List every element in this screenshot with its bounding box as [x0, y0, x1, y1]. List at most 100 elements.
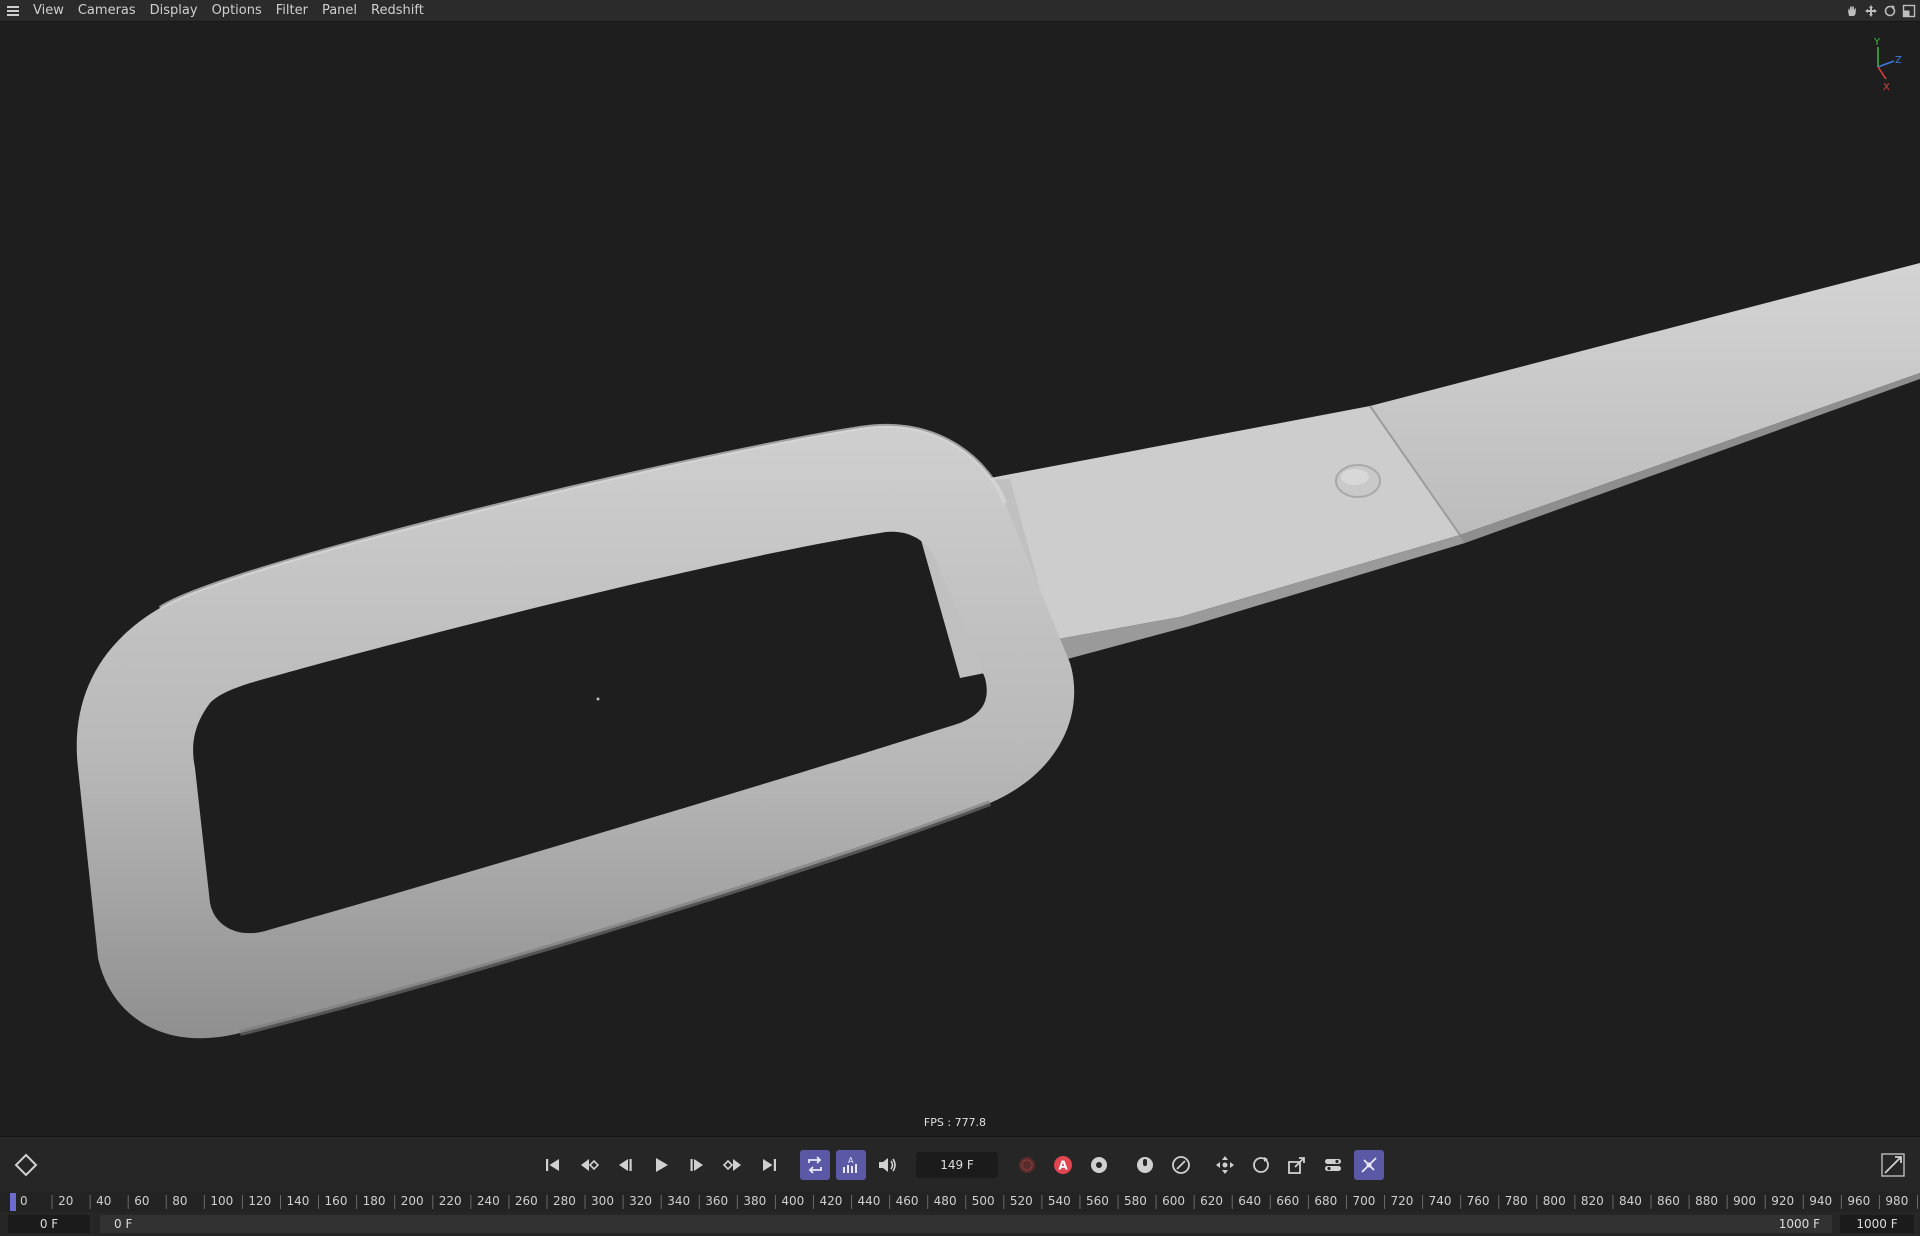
sound-icon[interactable] [872, 1150, 902, 1180]
menu-display[interactable]: Display [143, 0, 205, 22]
playback-controls [538, 1150, 784, 1180]
handle-loop-mesh[interactable] [76, 423, 1075, 1039]
menu-cameras[interactable]: Cameras [71, 0, 143, 22]
svg-text:A: A [1058, 1159, 1068, 1173]
previous-key-icon[interactable] [574, 1150, 604, 1180]
ruler-tick-label: 840 [1619, 1194, 1642, 1208]
ruler-tick-label: 120 [248, 1194, 271, 1208]
menu-panel[interactable]: Panel [315, 0, 364, 22]
playback-options: A [800, 1150, 902, 1180]
frame-range-bar: 0 F 0 F 1000 F 1000 F [0, 1212, 1920, 1236]
go-to-end-icon[interactable] [754, 1150, 784, 1180]
ruler-tick-label: 300 [591, 1194, 614, 1208]
menu-redshift[interactable]: Redshift [364, 0, 431, 22]
point-level-key-icon[interactable] [1354, 1150, 1384, 1180]
axis-y-label: Y [1873, 37, 1881, 48]
ruler-tick-label: 620 [1200, 1194, 1223, 1208]
maximize-icon[interactable] [1902, 4, 1916, 18]
position-key-icon[interactable] [1210, 1150, 1240, 1180]
keyframe-selection-icon[interactable] [1130, 1150, 1160, 1180]
ruler-tick-label: 780 [1505, 1194, 1528, 1208]
viewport-scene [76, 263, 1920, 1039]
menu-options[interactable]: Options [205, 0, 269, 22]
fps-readout: FPS : 777.8 [923, 1116, 987, 1129]
ruler-tick-label: 340 [667, 1194, 690, 1208]
ruler-tick-label: 20 [58, 1194, 73, 1208]
ruler-tick-label: 600 [1162, 1194, 1185, 1208]
move-icon[interactable] [1864, 4, 1878, 18]
ruler-tick-label: 760 [1467, 1194, 1490, 1208]
parameter-key-icon[interactable] [1318, 1150, 1348, 1180]
next-frame-icon[interactable] [682, 1150, 712, 1180]
axis-x-label: X [1883, 82, 1890, 93]
ruler-tick-label: 860 [1657, 1194, 1680, 1208]
ruler-tick-label: 80 [172, 1194, 187, 1208]
loop-icon[interactable] [800, 1150, 830, 1180]
ruler-tick-label: 800 [1543, 1194, 1566, 1208]
range-slider[interactable]: 0 F 1000 F [100, 1215, 1832, 1233]
menu-view[interactable]: View [26, 0, 71, 22]
current-frame-field[interactable]: 149 F [916, 1152, 998, 1178]
range-slider-end-label: 1000 F [1778, 1217, 1820, 1231]
ruler-tick-label: 700 [1352, 1194, 1375, 1208]
autokey-icon[interactable]: A [1048, 1150, 1078, 1180]
ruler-tick-label: 440 [858, 1194, 881, 1208]
svg-text:A: A [848, 1156, 854, 1165]
rotate-icon[interactable] [1883, 4, 1897, 18]
ruler-tick-label: 560 [1086, 1194, 1109, 1208]
ruler-tick-label: 220 [439, 1194, 462, 1208]
ruler-tick-label: 680 [1314, 1194, 1337, 1208]
range-start-field[interactable]: 0 F [8, 1215, 90, 1233]
autokey-mode-icon[interactable]: A [836, 1150, 866, 1180]
ruler-tick-label: 980 [1885, 1194, 1908, 1208]
record-controls: A [1012, 1150, 1114, 1180]
go-to-start-icon[interactable] [538, 1150, 568, 1180]
axis-z-label: Z [1895, 55, 1902, 66]
3d-viewport[interactable]: Y Z X FPS : 777.8 [0, 23, 1920, 1136]
keyframe-settings-icon[interactable] [1084, 1150, 1114, 1180]
next-key-icon[interactable] [718, 1150, 748, 1180]
hamburger-menu-icon[interactable] [0, 0, 26, 22]
playhead[interactable] [10, 1193, 16, 1211]
ruler-tick-label: 180 [363, 1194, 386, 1208]
ruler-tick-label: 140 [286, 1194, 309, 1208]
ruler-tick-label: 940 [1809, 1194, 1832, 1208]
ruler-tick-label: 100 [210, 1194, 233, 1208]
ruler-tick-label: 660 [1276, 1194, 1299, 1208]
ruler-tick-label: 480 [934, 1194, 957, 1208]
motion-clip-icon[interactable] [1166, 1150, 1196, 1180]
ruler-tick-label: 640 [1238, 1194, 1261, 1208]
rotation-key-icon[interactable] [1246, 1150, 1276, 1180]
ruler-tick-label: 320 [629, 1194, 652, 1208]
range-end-field[interactable]: 1000 F [1840, 1215, 1914, 1233]
ruler-tick-label: 380 [743, 1194, 766, 1208]
previous-frame-icon[interactable] [610, 1150, 640, 1180]
scale-key-icon[interactable] [1282, 1150, 1312, 1180]
viewport-menubar: View Cameras Display Options Filter Pane… [0, 0, 1920, 22]
ruler-tick-label: 740 [1429, 1194, 1452, 1208]
play-icon[interactable] [646, 1150, 676, 1180]
ruler-tick-label: 540 [1048, 1194, 1071, 1208]
ruler-tick-label: 0 [20, 1194, 28, 1208]
ruler-tick-label: 880 [1695, 1194, 1718, 1208]
ruler-tick-label: 920 [1771, 1194, 1794, 1208]
axis-gizmo: Y Z X [1856, 33, 1904, 97]
strap-mesh[interactable] [910, 263, 1920, 678]
ruler-tick-label: 900 [1733, 1194, 1756, 1208]
viewport-nav-icons [1845, 0, 1916, 22]
menu-filter[interactable]: Filter [269, 0, 315, 22]
ruler-tick-label: 960 [1847, 1194, 1870, 1208]
ruler-tick-label: 720 [1391, 1194, 1414, 1208]
ruler-tick-label: 520 [1010, 1194, 1033, 1208]
ruler-tick-label: 240 [477, 1194, 500, 1208]
record-icon[interactable] [1012, 1150, 1042, 1180]
key-diamond-icon[interactable] [14, 1153, 38, 1177]
timeline-graph-icon[interactable] [1880, 1152, 1906, 1178]
ruler-tick-label: 40 [96, 1194, 111, 1208]
timeline-ruler[interactable]: 0 20 40 60 80 100 120 140 160 180 200 220 240 260 280 3… [0, 1192, 1920, 1212]
ruler-tick-label: 400 [781, 1194, 804, 1208]
ruler-tick-label: 420 [819, 1194, 842, 1208]
ruler-tick-label: 160 [325, 1194, 348, 1208]
range-slider-start-label: 0 F [114, 1217, 133, 1231]
hand-pan-icon[interactable] [1845, 4, 1859, 18]
